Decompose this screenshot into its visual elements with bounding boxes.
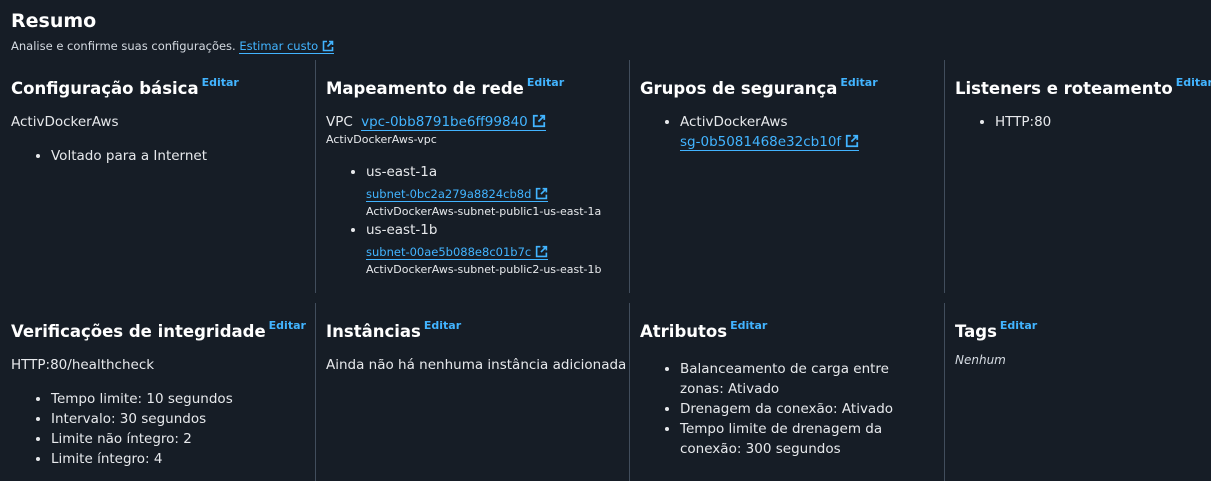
vpc-label: VPC <box>326 114 353 130</box>
security-group-id: sg-0b5081468e32cb10f <box>680 134 842 150</box>
instances-title: Instâncias <box>326 322 421 341</box>
list-item: Limite íntegro: 4 <box>51 449 315 469</box>
edit-basic-config-link[interactable]: Editar <box>202 76 239 89</box>
edit-tags-link[interactable]: Editar <box>1000 319 1037 332</box>
row-spacer <box>0 293 1211 303</box>
subnet-name: ActivDockerAws-subnet-public1-us-east-1a <box>366 205 602 218</box>
estimate-cost-link[interactable]: Estimar custo <box>239 39 335 54</box>
edit-attributes-link[interactable]: Editar <box>730 319 767 332</box>
section-heading: Atributos Editar <box>640 313 944 345</box>
subnet-id: subnet-0bc2a279a8824cb8d <box>366 187 532 201</box>
listeners-list: HTTP:80 <box>955 112 1211 132</box>
load-balancer-name: ActivDockerAws <box>11 114 119 130</box>
health-checks-list: Tempo limite: 10 segundos Intervalo: 30 … <box>11 389 315 469</box>
page-title: Resumo <box>11 10 97 32</box>
summary-header: Resumo Analise e confirme suas configura… <box>11 9 335 54</box>
list-item: Voltado para a Internet <box>51 146 315 166</box>
section-heading: Mapeamento de rede Editar <box>326 70 630 102</box>
subnet-link-row: subnet-0bc2a279a8824cb8d <box>366 184 630 204</box>
external-link-icon <box>532 114 545 128</box>
subnet-link[interactable]: subnet-0bc2a279a8824cb8d <box>366 187 549 202</box>
security-group-name: ActivDockerAws <box>680 114 788 130</box>
estimate-cost-label: Estimar custo <box>239 39 319 53</box>
section-heading: Verificações de integridade Editar <box>11 313 315 345</box>
edit-network-mapping-link[interactable]: Editar <box>527 76 564 89</box>
basic-config-title: Configuração básica <box>11 79 199 98</box>
tags-title: Tags <box>955 322 997 341</box>
tags-value: Nenhum <box>955 353 1006 367</box>
listeners-title: Listeners e roteamento <box>955 79 1173 98</box>
section-heading: Grupos de segurança Editar <box>640 70 944 102</box>
subnet-list: us-east-1a subnet-0bc2a279a8824cb8d Acti… <box>326 162 630 278</box>
subnet-name: ActivDockerAws-subnet-public2-us-east-1b <box>366 263 602 276</box>
section-heading: Instâncias Editar <box>326 313 630 345</box>
instances-empty-text: Ainda não há nenhuma instância adicionad… <box>326 357 627 373</box>
basic-config-section: Configuração básica Editar ActivDockerAws… <box>0 60 315 293</box>
summary-row-1: Configuração básica Editar ActivDockerAws… <box>0 60 1211 293</box>
list-item: ActivDockerAws sg-0b5081468e32cb10f <box>680 112 944 152</box>
list-item: Balanceamento de carga entre zonas: Ativ… <box>680 359 934 399</box>
attributes-section: AtributosEditar Balanceamento de carga e… <box>629 303 944 481</box>
vpc-link[interactable]: vpc-0bb8791be6ff99840 <box>361 114 546 131</box>
list-item: Intervalo: 30 segundos <box>51 409 315 429</box>
subnet-link[interactable]: subnet-00ae5b088e8c01b7c <box>366 245 549 260</box>
network-mapping-title: Mapeamento de rede <box>326 79 524 98</box>
section-heading: Listeners e roteamento Editar <box>955 70 1211 102</box>
subnet-link-row: subnet-00ae5b088e8c01b7c <box>366 242 630 262</box>
vpc-id: vpc-0bb8791be6ff99840 <box>361 114 528 130</box>
attributes-list: Balanceamento de carga entre zonas: Ativ… <box>640 359 944 459</box>
list-item: Drenagem da conexão: Ativado <box>680 399 934 419</box>
security-groups-list: ActivDockerAws sg-0b5081468e32cb10f <box>640 112 944 152</box>
vpc-row: VPC vpc-0bb8791be6ff99840 <box>326 112 630 132</box>
edit-instances-link[interactable]: Editar <box>424 319 461 332</box>
health-checks-section: Verificações de integridade Editar HTTP:8… <box>0 303 315 481</box>
security-group-link[interactable]: sg-0b5081468e32cb10f <box>680 134 860 151</box>
basic-config-list: Voltado para a Internet <box>11 146 315 166</box>
security-groups-title: Grupos de segurança <box>640 79 838 98</box>
edit-health-checks-link[interactable]: Editar <box>269 319 306 332</box>
external-link-icon <box>846 134 859 148</box>
health-check-path: HTTP:80/healthcheck <box>11 357 155 373</box>
summary-page: Resumo Analise e confirme suas configura… <box>0 0 1211 481</box>
attributes-title: Atributos <box>640 322 728 341</box>
page-subtitle: Analise e confirme suas configurações. E… <box>11 39 335 54</box>
list-item: us-east-1b subnet-00ae5b088e8c01b7c Acti… <box>366 220 630 278</box>
instances-section: Instâncias Editar Ainda não há nenhuma in… <box>315 303 630 481</box>
security-groups-section: Grupos de segurançaEditar ActivDockerAws… <box>629 60 944 293</box>
summary-row-2: Verificações de integridade Editar HTTP:8… <box>0 303 1211 481</box>
subnet-id: subnet-00ae5b088e8c01b7c <box>366 245 532 259</box>
security-group-link-row: sg-0b5081468e32cb10f <box>680 132 944 152</box>
list-item: Tempo limite de drenagem da conexão: 300… <box>680 419 934 459</box>
edit-security-groups-link[interactable]: Editar <box>840 76 877 89</box>
list-item: Limite não íntegro: 2 <box>51 429 315 449</box>
health-checks-title: Verificações de integridade <box>11 322 266 341</box>
section-heading: Tags Editar <box>955 313 1211 345</box>
section-heading: Configuração básica Editar <box>11 70 315 102</box>
list-item: us-east-1a subnet-0bc2a279a8824cb8d Acti… <box>366 162 630 220</box>
availability-zone: us-east-1a <box>366 164 438 180</box>
network-mapping-section: Mapeamento de rede Editar VPC vpc-0bb8791… <box>315 60 630 293</box>
list-item: HTTP:80 <box>995 112 1211 132</box>
availability-zone: us-east-1b <box>366 222 438 238</box>
subtitle-text: Analise e confirme suas configurações. <box>11 39 236 53</box>
external-link-icon <box>536 245 548 258</box>
vpc-name: ActivDockerAws-vpc <box>326 133 437 146</box>
listeners-section: Listeners e roteamentoEditar HTTP:80 <box>944 60 1211 293</box>
list-item: Tempo limite: 10 segundos <box>51 389 315 409</box>
tags-section: Tags Editar Nenhum <box>944 303 1211 481</box>
external-link-icon <box>322 40 334 52</box>
edit-listeners-link[interactable]: Editar <box>1176 76 1211 89</box>
external-link-icon <box>536 187 548 200</box>
